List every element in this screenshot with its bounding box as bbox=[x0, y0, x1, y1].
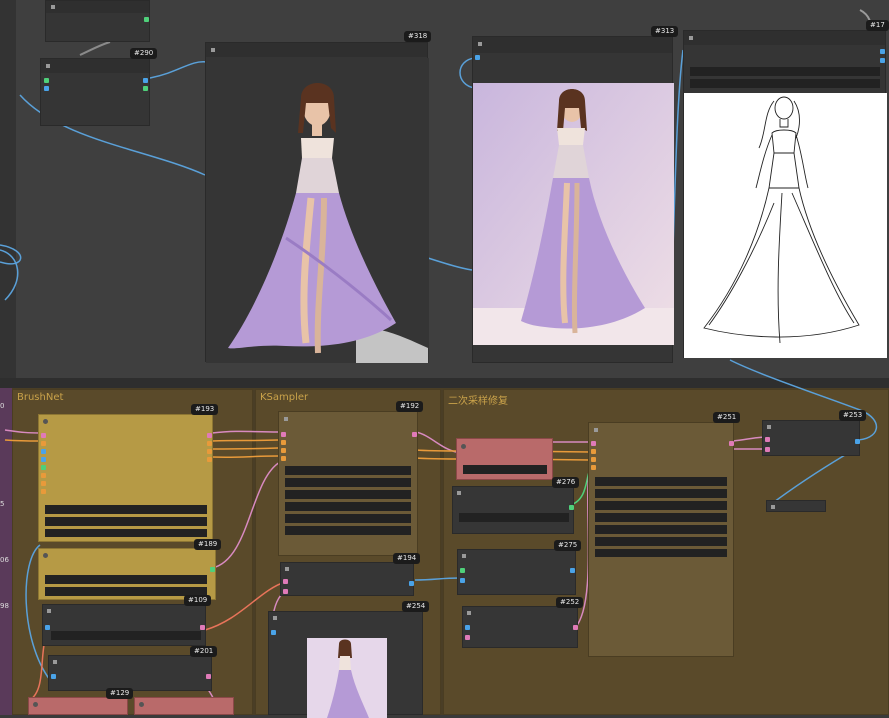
node-badge: #253 bbox=[839, 410, 867, 421]
node-badge: #251 bbox=[713, 412, 741, 423]
node-109[interactable] bbox=[42, 604, 206, 646]
node-189[interactable] bbox=[38, 548, 216, 600]
node-badge: #189 bbox=[194, 539, 222, 550]
node-badge: #129 bbox=[106, 688, 134, 699]
node-276[interactable] bbox=[452, 486, 574, 534]
preview-thumbnail-image bbox=[307, 638, 387, 718]
node-badge: #193 bbox=[191, 404, 219, 415]
node-251-ksampler[interactable] bbox=[588, 422, 734, 657]
node-194[interactable] bbox=[280, 562, 414, 596]
node-252[interactable] bbox=[462, 606, 578, 648]
node-collapsed[interactable] bbox=[766, 500, 826, 512]
node-badge: #109 bbox=[184, 595, 212, 606]
node-253[interactable] bbox=[762, 420, 860, 456]
node-red-partial[interactable] bbox=[134, 697, 234, 715]
node-201[interactable] bbox=[48, 655, 212, 691]
node-badge: #276 bbox=[552, 477, 580, 488]
node-badge: #201 bbox=[190, 646, 218, 657]
node-badge: #252 bbox=[556, 597, 584, 608]
node-192-ksampler[interactable] bbox=[278, 411, 418, 556]
node-badge: #254 bbox=[402, 601, 430, 612]
node-red-loader[interactable] bbox=[456, 438, 553, 480]
node-badge: #192 bbox=[396, 401, 424, 412]
node-193[interactable] bbox=[38, 414, 213, 542]
node-254-preview[interactable] bbox=[268, 611, 423, 718]
node-129[interactable] bbox=[28, 697, 128, 715]
node-275[interactable] bbox=[457, 549, 576, 595]
node-badge: #194 bbox=[393, 553, 421, 564]
node-badge: #275 bbox=[554, 540, 582, 551]
